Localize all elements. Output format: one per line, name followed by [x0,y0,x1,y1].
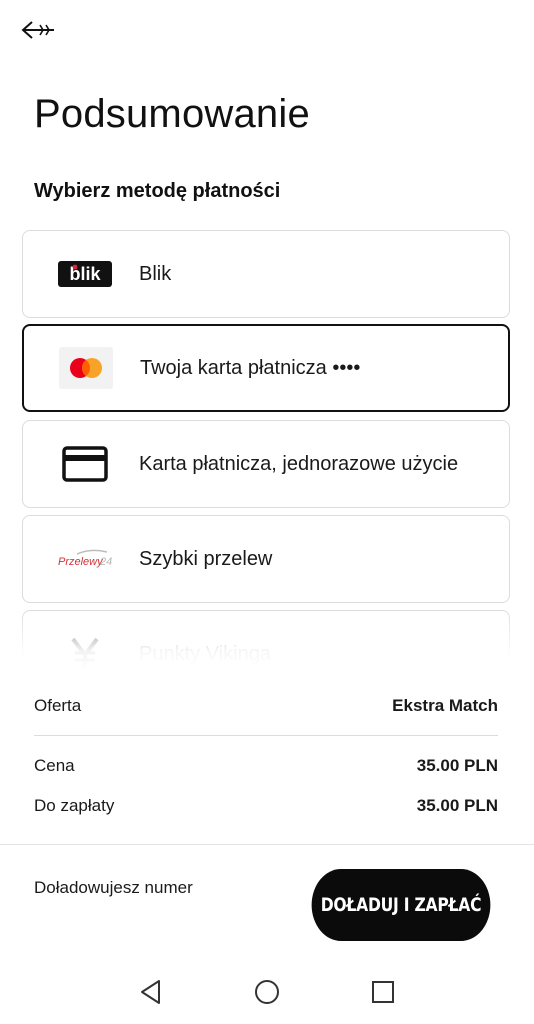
summary-divider [34,735,498,736]
home-circle-icon [255,980,279,1004]
mastercard-logo [58,347,114,389]
nav-home-button[interactable] [251,976,283,1008]
svg-text:Przelewy: Przelewy [58,556,104,568]
total-label: Do zapłaty [34,796,115,815]
svg-text:24: 24 [99,556,112,568]
przelewy24-logo: Przelewy 24 [57,539,113,579]
price-label: Cena [34,756,75,775]
recharge-and-pay-button[interactable]: DOŁADUJ I ZAPŁAĆ [311,869,491,941]
method-label: Szybki przelew [139,547,273,570]
method-label: Punkty Vikinga [139,642,271,665]
offer-value: Ekstra Match [392,696,498,715]
page-title: Podsumowanie [34,92,310,136]
viking-points-icon [57,634,113,668]
back-arrow-icon [21,21,54,39]
price-row: Cena 35.00 PLN [34,756,498,776]
method-label: Karta płatnicza, jednorazowe użycie [139,452,459,475]
method-label: Twoja karta płatnicza •••• [140,356,361,379]
back-triangle-icon [141,980,160,1004]
nav-back-button[interactable] [135,976,167,1008]
method-viking-points[interactable]: Punkty Vikinga [22,610,510,668]
total-row: Do zapłaty 35.00 PLN [34,796,498,816]
method-saved-card[interactable]: Twoja karta płatnicza •••• [22,324,510,412]
system-nav-bar [0,960,534,1024]
offer-label: Oferta [34,696,82,715]
back-button[interactable] [20,16,60,44]
method-one-time-card[interactable]: Karta płatnicza, jednorazowe użycie [22,420,510,508]
payment-section-title: Wybierz metodę płatności [34,180,281,202]
footer-divider [0,844,534,845]
method-blik[interactable]: blik Blik [22,230,510,318]
total-value: 35.00 PLN [416,796,498,815]
recents-square-icon [372,981,394,1003]
payment-methods-list[interactable]: blik Blik Twoja karta płatnicza •••• Kar… [0,226,534,668]
offer-row: Oferta Ekstra Match [34,696,498,716]
credit-card-icon [57,444,113,484]
blik-logo: blik [57,254,113,294]
method-label: Blik [139,262,172,285]
recharge-number-label: Doładowujesz numer [34,878,193,897]
nav-recents-button[interactable] [367,976,399,1008]
method-przelewy24[interactable]: Przelewy 24 Szybki przelew [22,515,510,603]
price-value: 35.00 PLN [416,756,498,775]
